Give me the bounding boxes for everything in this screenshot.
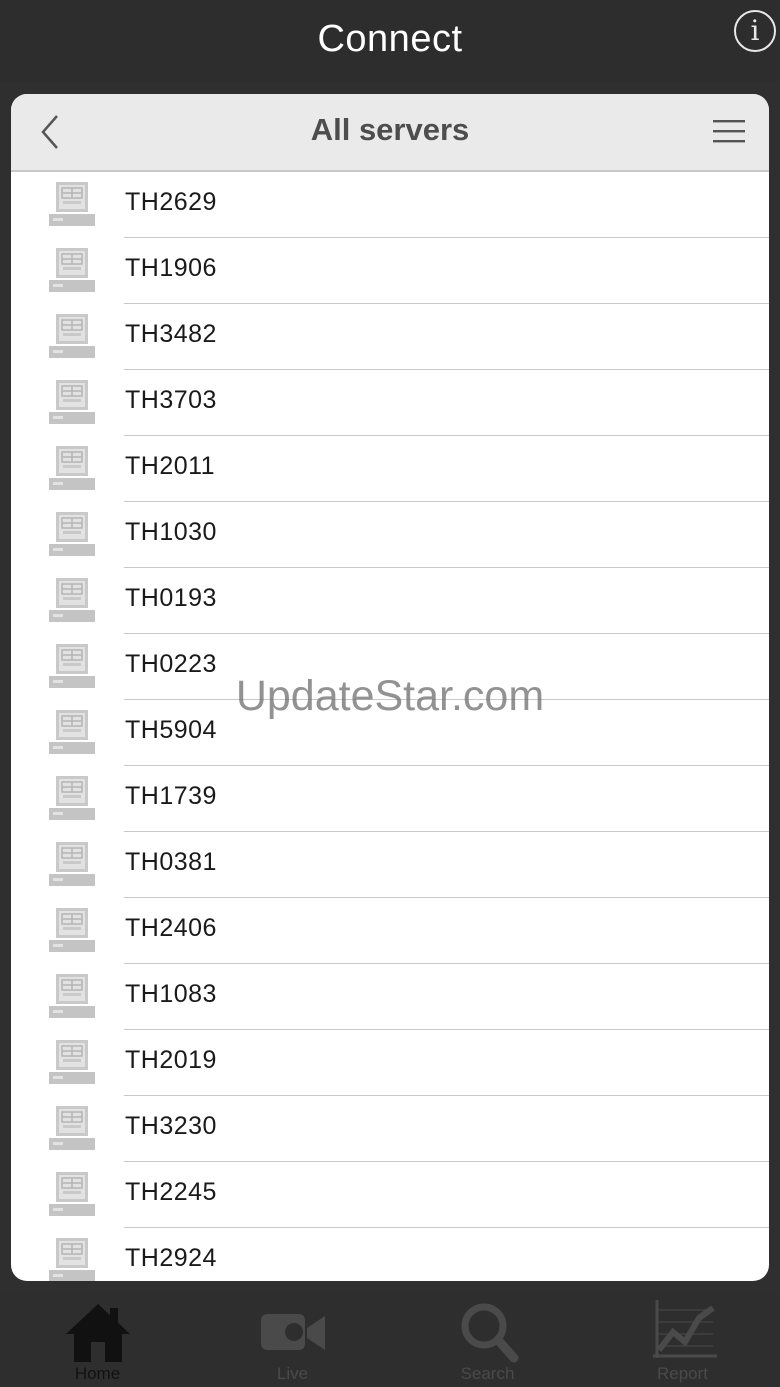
server-dvr-icon <box>48 840 96 888</box>
server-row[interactable]: TH2245 <box>11 1162 769 1228</box>
panel-header: All servers <box>11 94 769 172</box>
server-dvr-icon <box>48 1038 96 1086</box>
server-name: TH2924 <box>125 1244 217 1272</box>
server-row[interactable]: TH5904 <box>11 700 769 766</box>
server-dvr-icon <box>48 1236 96 1281</box>
server-dvr-icon <box>48 312 96 360</box>
server-dvr-icon <box>48 774 96 822</box>
server-row[interactable]: TH3703 <box>11 370 769 436</box>
servers-panel: All servers TH2629 TH1906 TH3482 TH3703 … <box>11 94 769 1281</box>
server-row[interactable]: TH0193 <box>11 568 769 634</box>
top-bar: Connect i <box>0 0 780 82</box>
server-row[interactable]: TH3230 <box>11 1096 769 1162</box>
tab-home-label: Home <box>74 1364 121 1383</box>
server-name: TH2629 <box>125 188 217 216</box>
server-name: TH1083 <box>125 980 217 1008</box>
server-name: TH0381 <box>125 848 217 876</box>
hamburger-menu-icon[interactable] <box>713 118 745 144</box>
server-name: TH2011 <box>125 452 216 480</box>
server-dvr-icon <box>48 972 96 1020</box>
tab-report[interactable]: Report <box>585 1294 780 1387</box>
tab-live-label: Live <box>276 1364 309 1383</box>
server-dvr-icon <box>48 246 96 294</box>
server-row[interactable]: TH3482 <box>11 304 769 370</box>
server-row[interactable]: TH1030 <box>11 502 769 568</box>
server-row[interactable]: TH2629 <box>11 172 769 238</box>
server-name: TH2019 <box>125 1046 217 1074</box>
info-icon[interactable]: i <box>734 10 776 52</box>
tab-bar: Home Live Search Report <box>0 1294 780 1387</box>
video-camera-icon <box>261 1314 325 1350</box>
server-name: TH3703 <box>125 386 217 414</box>
tab-search[interactable]: Search <box>390 1294 585 1387</box>
server-dvr-icon <box>48 708 96 756</box>
server-row[interactable]: TH2406 <box>11 898 769 964</box>
server-row[interactable]: TH2924 <box>11 1228 769 1281</box>
server-name: TH1906 <box>125 254 217 282</box>
tab-home[interactable]: Home <box>0 1294 195 1387</box>
server-row[interactable]: TH0381 <box>11 832 769 898</box>
server-row[interactable]: TH1906 <box>11 238 769 304</box>
server-row[interactable]: TH2011 <box>11 436 769 502</box>
tab-report-label: Report <box>656 1364 709 1383</box>
server-name: TH0223 <box>125 650 217 678</box>
app-title: Connect <box>317 18 463 60</box>
server-name: TH2245 <box>125 1178 217 1206</box>
server-dvr-icon <box>48 642 96 690</box>
server-dvr-icon <box>48 1104 96 1152</box>
chart-icon <box>653 1300 717 1358</box>
server-row[interactable]: TH1083 <box>11 964 769 1030</box>
server-name: TH1030 <box>125 518 217 546</box>
server-name: TH0193 <box>125 584 217 612</box>
server-row[interactable]: TH2019 <box>11 1030 769 1096</box>
server-dvr-icon <box>48 378 96 426</box>
home-icon <box>66 1304 130 1362</box>
server-row[interactable]: TH1739 <box>11 766 769 832</box>
search-icon <box>461 1303 519 1363</box>
server-dvr-icon <box>48 1170 96 1218</box>
server-dvr-icon <box>48 906 96 954</box>
server-dvr-icon <box>48 444 96 492</box>
panel-title: All servers <box>310 112 470 147</box>
server-name: TH3482 <box>125 320 217 348</box>
server-name: TH2406 <box>125 914 217 942</box>
server-list: TH2629 TH1906 TH3482 TH3703 TH2011 TH103… <box>11 172 769 1281</box>
server-name: TH3230 <box>125 1112 217 1140</box>
server-row[interactable]: TH0223 <box>11 634 769 700</box>
tab-live[interactable]: Live <box>195 1294 390 1387</box>
server-dvr-icon <box>48 576 96 624</box>
server-dvr-icon <box>48 510 96 558</box>
tab-search-label: Search <box>460 1364 515 1383</box>
server-dvr-icon <box>48 180 96 228</box>
server-name: TH1739 <box>125 782 217 810</box>
server-name: TH5904 <box>125 716 217 744</box>
